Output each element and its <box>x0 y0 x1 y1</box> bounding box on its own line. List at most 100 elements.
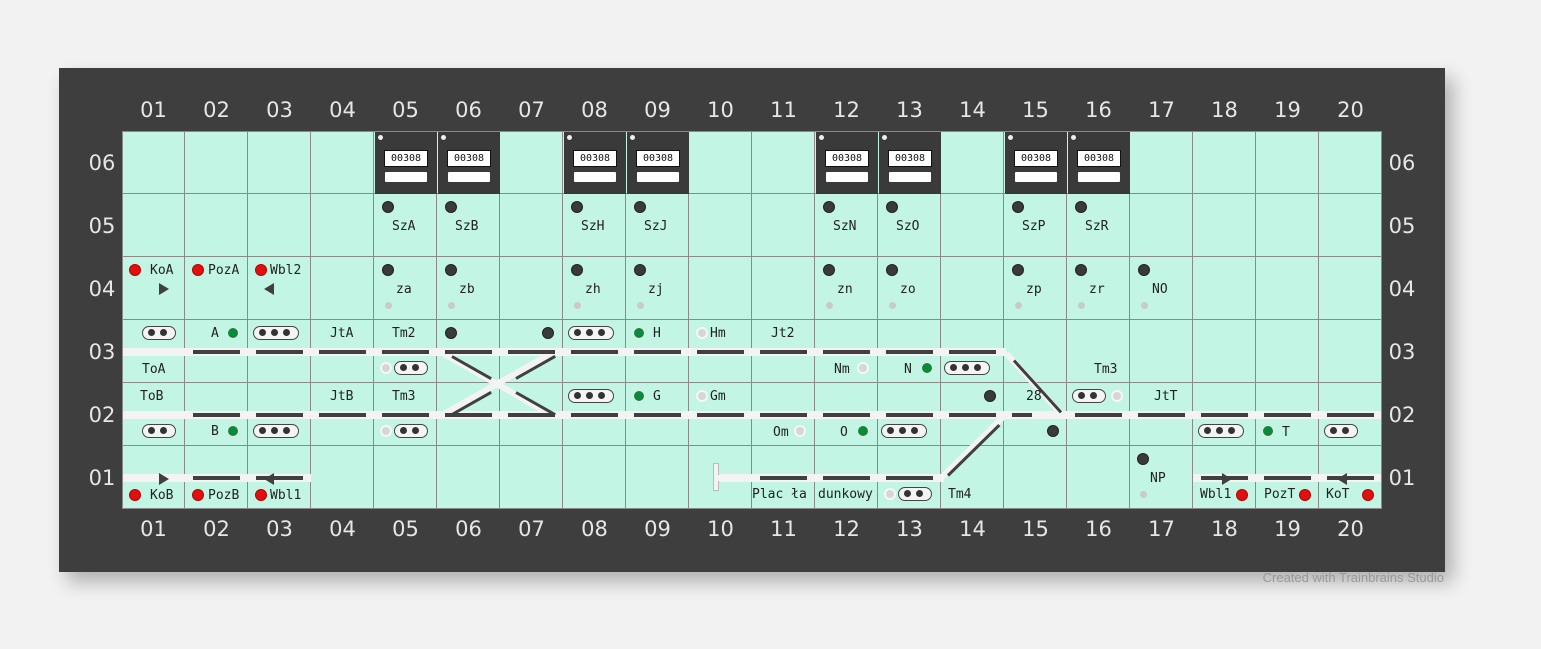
signal-szj-lamp[interactable] <box>634 201 646 213</box>
route-button-16-02[interactable] <box>1072 389 1106 403</box>
route-button-05-03[interactable] <box>394 361 428 375</box>
signal-szh-lamp[interactable] <box>571 201 583 213</box>
signal-no-lamp[interactable] <box>1138 264 1150 276</box>
track-segment[interactable] <box>319 413 366 417</box>
route-button-08-03[interactable] <box>568 326 614 340</box>
track-segment[interactable] <box>1327 413 1374 417</box>
grid-cell[interactable] <box>311 257 374 320</box>
grid-cell[interactable] <box>752 257 815 320</box>
grid-cell[interactable] <box>1256 320 1319 383</box>
signal-zj-lamp[interactable] <box>634 264 646 276</box>
signal-wbl1-right-lamp[interactable] <box>1236 489 1248 501</box>
track-segment[interactable] <box>508 350 555 354</box>
track-segment[interactable] <box>508 413 555 417</box>
grid-cell[interactable] <box>1319 257 1382 320</box>
counter-reset-button[interactable] <box>1015 172 1057 182</box>
signal-hm-lamp[interactable] <box>696 327 708 339</box>
signal-t-lamp[interactable] <box>1262 425 1274 437</box>
axle-counter[interactable]: 00308 <box>375 132 437 194</box>
signal-gm-lamp[interactable] <box>696 390 708 402</box>
counter-reset-button[interactable] <box>448 172 490 182</box>
track-segment[interactable] <box>886 476 933 480</box>
track-segment[interactable] <box>319 350 366 354</box>
signal-o-lamp[interactable] <box>857 425 869 437</box>
track-segment[interactable] <box>445 413 492 417</box>
counter-reset-button[interactable] <box>637 172 679 182</box>
grid-cell[interactable] <box>1193 131 1256 194</box>
grid-cell[interactable] <box>311 446 374 509</box>
grid-cell[interactable] <box>248 194 311 257</box>
axle-counter[interactable]: 00308 <box>627 132 689 194</box>
signal-15-02-lamp[interactable] <box>1047 425 1059 437</box>
signal-szp-lamp[interactable] <box>1012 201 1024 213</box>
track-segment[interactable] <box>1201 413 1248 417</box>
grid-cell[interactable] <box>1193 320 1256 383</box>
signal-a-lamp[interactable] <box>227 327 239 339</box>
signal-szr-lamp[interactable] <box>1075 201 1087 213</box>
counter-reset-button[interactable] <box>574 172 616 182</box>
track-segment[interactable] <box>949 350 996 354</box>
track-segment[interactable] <box>823 476 870 480</box>
axle-counter[interactable]: 00308 <box>1005 132 1067 194</box>
route-button-tob[interactable] <box>142 424 176 438</box>
track-segment[interactable] <box>445 350 492 354</box>
track-segment[interactable] <box>886 350 933 354</box>
route-button-05-02[interactable] <box>394 424 428 438</box>
track-segment[interactable] <box>256 350 303 354</box>
grid-cell[interactable] <box>1256 194 1319 257</box>
signal-05-02-shunt-lamp[interactable] <box>380 425 392 437</box>
track-segment[interactable] <box>1012 413 1032 417</box>
track-segment[interactable] <box>571 350 618 354</box>
signal-za-lamp[interactable] <box>382 264 394 276</box>
signal-szb-lamp[interactable] <box>445 201 457 213</box>
grid-cell[interactable] <box>941 257 1004 320</box>
grid-cell[interactable] <box>1193 194 1256 257</box>
counter-reset-button[interactable] <box>826 172 868 182</box>
signal-zp-lamp[interactable] <box>1012 264 1024 276</box>
grid-cell[interactable] <box>122 194 185 257</box>
signal-poza-lamp[interactable] <box>192 264 204 276</box>
signal-16-02-shunt-lamp[interactable] <box>1111 390 1123 402</box>
grid-cell[interactable] <box>437 446 500 509</box>
track-segment[interactable] <box>949 413 996 417</box>
track-segment[interactable] <box>886 413 933 417</box>
signal-kob-lamp[interactable] <box>129 489 141 501</box>
axle-counter[interactable]: 00308 <box>879 132 941 194</box>
signal-07-03-lamp[interactable] <box>542 327 554 339</box>
grid-cell[interactable] <box>122 131 185 194</box>
track-segment[interactable] <box>1264 476 1311 480</box>
signal-n-lamp[interactable] <box>921 362 933 374</box>
signal-zh-lamp[interactable] <box>571 264 583 276</box>
grid-cell[interactable] <box>563 446 626 509</box>
counter-reset-button[interactable] <box>889 172 931 182</box>
grid-cell[interactable] <box>1319 131 1382 194</box>
signal-zn-lamp[interactable] <box>823 264 835 276</box>
track-segment[interactable] <box>823 350 870 354</box>
track-segment[interactable] <box>193 476 240 480</box>
signal-sza-lamp[interactable] <box>382 201 394 213</box>
signal-om-lamp[interactable] <box>794 425 806 437</box>
grid-cell[interactable] <box>500 257 563 320</box>
grid-cell[interactable] <box>1193 257 1256 320</box>
axle-counter[interactable]: 00308 <box>1068 132 1130 194</box>
route-button-toa[interactable] <box>142 326 176 340</box>
track-segment[interactable] <box>193 350 240 354</box>
track-segment[interactable] <box>823 413 870 417</box>
grid-cell[interactable] <box>500 131 563 194</box>
signal-05-03-shunt-lamp[interactable] <box>380 362 392 374</box>
signal-b-lamp[interactable] <box>227 425 239 437</box>
grid-cell[interactable] <box>248 131 311 194</box>
signal-szo-lamp[interactable] <box>886 201 898 213</box>
grid-cell[interactable] <box>1130 131 1193 194</box>
axle-counter[interactable]: 00308 <box>816 132 878 194</box>
track-segment[interactable] <box>193 413 240 417</box>
track-segment[interactable] <box>256 413 303 417</box>
signal-pozt-lamp[interactable] <box>1299 489 1311 501</box>
grid-cell[interactable] <box>1319 320 1382 383</box>
route-button-18-02[interactable] <box>1198 424 1244 438</box>
grid-cell[interactable] <box>1130 194 1193 257</box>
grid-cell[interactable] <box>1256 131 1319 194</box>
track-segment[interactable] <box>760 350 807 354</box>
grid-cell[interactable] <box>752 194 815 257</box>
grid-cell[interactable] <box>689 131 752 194</box>
